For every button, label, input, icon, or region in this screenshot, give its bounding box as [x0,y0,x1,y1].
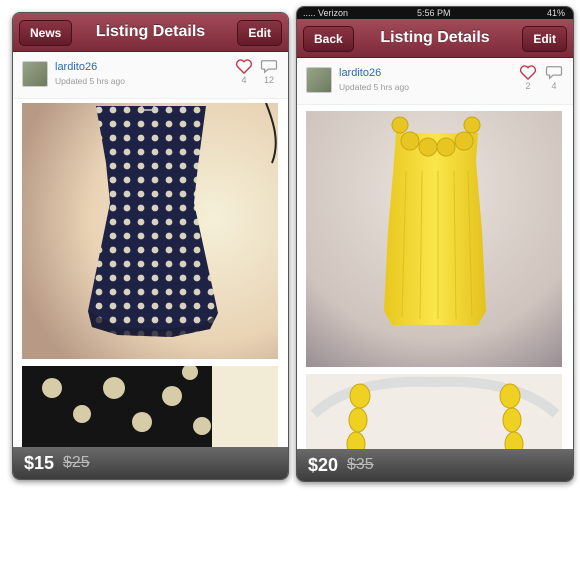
avatar[interactable] [306,67,332,93]
price: $15 [24,453,55,473]
original-price: $25 [63,454,90,471]
original-price: $35 [347,456,374,473]
comment-icon [542,65,566,80]
comment-button[interactable]: 4 [542,65,566,91]
battery-text: 41% [546,8,565,18]
listing-photo-2[interactable] [306,374,562,454]
comment-button[interactable]: 12 [257,59,281,85]
seller-username[interactable]: lardito26 [339,67,381,79]
comment-count: 12 [263,75,274,85]
like-button[interactable]: 4 [232,59,256,85]
edit-button[interactable]: Edit [237,20,282,46]
listing-photo-main[interactable] [306,111,562,367]
listing-screen-left: News Listing Details Edit lardito26 Upda… [12,12,289,480]
like-count: 4 [241,75,247,85]
listing-photo-2[interactable] [22,366,278,448]
seller-row: lardito26 Updated 5 hrs ago 2 4 [297,58,573,105]
status-bar: ..... Verizon 5:56 PM 41% [297,7,573,19]
listing-photo-main[interactable] [22,103,278,359]
listing-screen-right: ..... Verizon 5:56 PM 41% Back Listing D… [296,6,574,482]
price-bar: $20 $35 [297,449,573,481]
like-button[interactable]: 2 [516,65,540,91]
price: $20 [308,455,339,475]
carrier-text: ..... Verizon [303,8,349,18]
clock-text: 5:56 PM [417,8,451,18]
heart-icon [232,59,256,74]
heart-icon [516,65,540,80]
avatar[interactable] [22,61,48,87]
seller-row: lardito26 Updated 5 hrs ago 4 12 [13,52,288,99]
nav-bar: News Listing Details Edit [13,13,288,52]
comment-count: 4 [551,81,557,91]
seller-username[interactable]: lardito26 [55,61,97,73]
nav-bar: Back Listing Details Edit [297,19,573,58]
comment-icon [257,59,281,74]
updated-time: Updated 5 hrs ago [55,76,125,86]
price-bar: $15 $25 [13,447,288,479]
like-count: 2 [525,81,531,91]
edit-button[interactable]: Edit [522,26,567,52]
updated-time: Updated 5 hrs ago [339,82,409,92]
